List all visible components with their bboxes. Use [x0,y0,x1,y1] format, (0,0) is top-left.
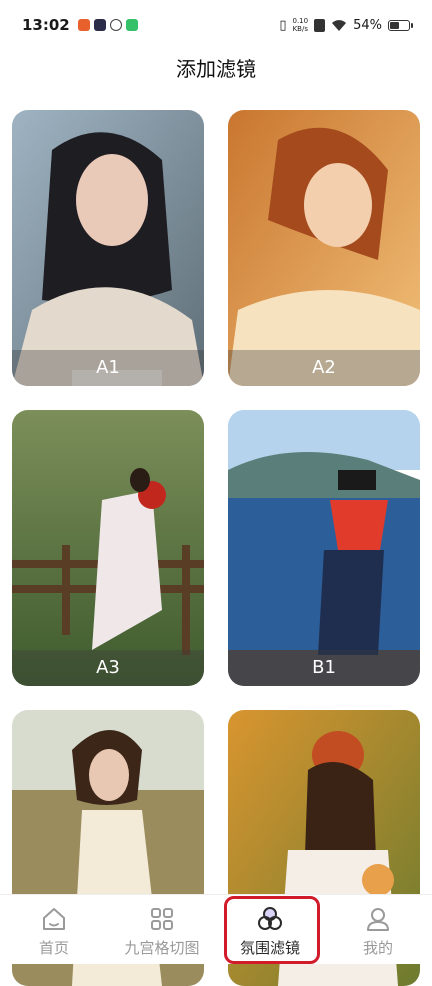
filter-label: A2 [228,350,420,386]
filter-label: B1 [228,650,420,686]
filter-card-b1[interactable]: B1 [228,410,420,686]
filter-label: A3 [12,650,204,686]
filter-card-a1[interactable]: A1 [12,110,204,386]
grid-icon [151,908,173,930]
filter-preview-image [228,110,420,386]
filter-preview-image [12,110,204,386]
page-title: 添加滤镜 [176,57,256,81]
status-time: 13:02 [22,16,70,34]
network-speed: 0.10 KB/s [292,17,309,33]
notification-app-icon [125,19,138,31]
filter-preview-image [228,410,420,686]
status-bar: 13:02 ▯ 0.10 KB/s 54% [0,0,432,50]
filter-circles-icon [258,907,282,930]
filter-card-a2[interactable]: A2 [228,110,420,386]
notification-app-icon [93,19,106,31]
tab-mine[interactable]: 我的 [324,895,432,964]
filter-preview-image [12,410,204,686]
notification-app-icon [77,19,90,31]
tab-label: 氛围滤镜 [239,939,300,957]
vibrate-icon: ▯ [279,17,287,33]
tab-label: 我的 [362,939,393,957]
bottom-tab-bar: 首页 九宫格切图 氛围滤镜 我的 [0,894,432,964]
filter-card-a3[interactable]: A3 [12,410,204,686]
no-sim-icon [314,18,326,32]
notification-app-icon [109,19,122,31]
battery-percent: 54% [353,17,382,33]
user-icon [367,908,389,931]
battery-icon [388,19,413,31]
tab-label: 九宫格切图 [124,939,200,957]
tab-nine-grid[interactable]: 九宫格切图 [108,895,216,964]
home-icon [43,908,65,930]
filter-label: A1 [12,350,204,386]
tab-atmosphere-filter[interactable]: 氛围滤镜 [216,895,324,964]
filter-grid: A1 A2 A3 B1 [12,110,420,986]
tab-home[interactable]: 首页 [0,895,108,964]
tab-label: 首页 [38,939,69,957]
wifi-icon [332,19,347,31]
